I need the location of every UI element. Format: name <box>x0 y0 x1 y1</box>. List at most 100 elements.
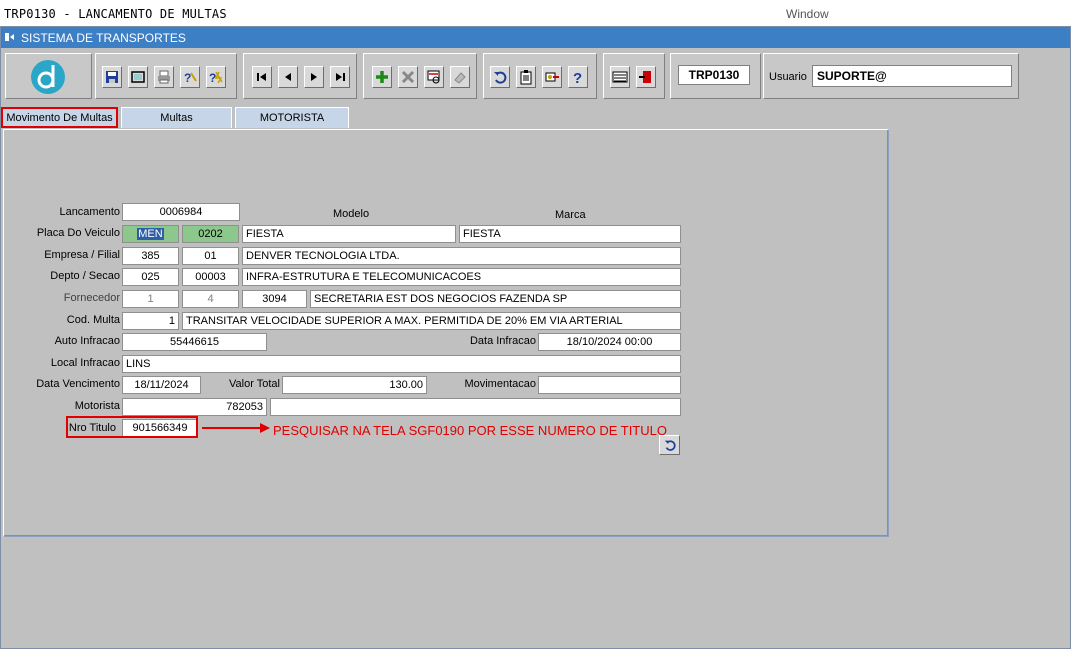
cod-multa-field[interactable]: 1 <box>122 312 179 330</box>
insert-record-button[interactable] <box>372 66 392 88</box>
execute-query-icon: ? <box>209 71 223 85</box>
save-icon <box>106 71 118 83</box>
eraser-icon <box>454 72 466 84</box>
window-menu[interactable]: Window <box>786 7 829 21</box>
tab-multas[interactable]: Multas <box>121 107 232 128</box>
next-record-button[interactable] <box>304 66 324 88</box>
modelo-field[interactable]: FIESTA <box>242 225 456 243</box>
first-record-button[interactable] <box>252 66 272 88</box>
delete-record-button[interactable] <box>398 66 418 88</box>
fornecedor-field-2[interactable]: 4 <box>182 290 239 308</box>
company-logo-icon <box>31 60 65 94</box>
edit-tools-group: ? <box>483 53 597 99</box>
motorista-codigo-field[interactable]: 782053 <box>122 398 267 416</box>
tab-label: MOTORISTA <box>259 112 325 124</box>
previous-record-icon <box>285 73 291 81</box>
placa-label: Placa Do Veiculo <box>36 227 120 239</box>
tab-motorista[interactable]: MOTORISTA <box>235 107 349 128</box>
plus-icon <box>376 71 388 83</box>
fornecedor-codigo-field[interactable]: 3094 <box>242 290 307 308</box>
query-help-button[interactable]: ? <box>180 66 200 88</box>
window-title: TRP0130 - LANCAMENTO DE MULTAS <box>4 7 227 21</box>
motorista-label: Motorista <box>74 400 120 412</box>
fornecedor-label: Fornecedor <box>63 292 120 304</box>
svg-text:?: ? <box>184 71 191 85</box>
cod-multa-descricao-field[interactable]: TRANSITAR VELOCIDADE SUPERIOR A MAX. PER… <box>182 312 681 330</box>
print-button[interactable] <box>154 66 174 88</box>
execute-query-button[interactable]: ? <box>206 66 226 88</box>
form-code: TRP0130 <box>678 65 750 85</box>
lancamento-label: Lancamento <box>59 206 120 218</box>
user-label: Usuario <box>769 71 807 83</box>
clipboard-icon <box>520 70 532 85</box>
cod-multa-label: Cod. Multa <box>66 314 120 326</box>
user-field: SUPORTE@ <box>812 65 1012 87</box>
window-icon <box>131 71 145 83</box>
duplicate-record-button[interactable] <box>424 66 444 88</box>
tab-label: Multas <box>160 112 193 124</box>
menu-button[interactable] <box>610 66 630 88</box>
next-record-icon <box>311 73 317 81</box>
last-record-icon <box>336 73 345 81</box>
logo-group <box>5 53 92 99</box>
undo-button[interactable] <box>490 66 510 88</box>
movimentacao-field[interactable] <box>538 376 681 394</box>
tab-label: Movimento De Multas <box>6 111 113 124</box>
record-tools-group <box>363 53 477 99</box>
exit-button[interactable] <box>636 66 656 88</box>
exit-tools-group <box>603 53 665 99</box>
secao-field[interactable]: 00003 <box>182 268 239 286</box>
empresa-field[interactable]: 385 <box>122 247 179 265</box>
auto-infracao-field[interactable]: 55446615 <box>122 333 267 351</box>
app-menu-icon[interactable] <box>5 32 15 42</box>
annotation-text: PESQUISAR NA TELA SGF0190 POR ESSE NUMER… <box>273 423 667 438</box>
system-title: SISTEMA DE TRANSPORTES <box>21 31 186 45</box>
undo-icon <box>494 71 507 84</box>
depto-nome-field[interactable]: INFRA-ESTRUTURA E TELECOMUNICACOES <box>242 268 681 286</box>
keys-button[interactable] <box>542 66 562 88</box>
data-vencimento-label: Data Vencimento <box>36 378 120 390</box>
clipboard-button[interactable] <box>516 66 536 88</box>
depto-field[interactable]: 025 <box>122 268 179 286</box>
save-button[interactable] <box>102 66 122 88</box>
menu-icon <box>612 71 628 83</box>
marca-field[interactable]: FIESTA <box>459 225 681 243</box>
nro-titulo-highlight <box>66 416 198 438</box>
first-record-icon <box>257 73 266 81</box>
local-infracao-label: Local Infracao <box>50 357 120 369</box>
filial-field[interactable]: 01 <box>182 247 239 265</box>
lancamento-field[interactable]: 0006984 <box>122 203 240 221</box>
auto-infracao-label: Auto Infracao <box>54 335 120 347</box>
app-frame: SISTEMA DE TRANSPORTES ? ? ? TRP0130 Usu… <box>0 26 1071 649</box>
data-infracao-label: Data Infracao <box>469 335 536 347</box>
empresa-nome-field[interactable]: DENVER TECNOLOGIA LTDA. <box>242 247 681 265</box>
last-record-button[interactable] <box>330 66 350 88</box>
undo-icon <box>664 440 676 451</box>
record-search-icon <box>427 70 440 84</box>
data-vencimento-field[interactable]: 18/11/2024 <box>122 376 201 394</box>
fornecedor-field-1[interactable]: 1 <box>122 290 179 308</box>
local-infracao-field[interactable]: LINS <box>122 355 681 373</box>
placa-letters-value: MEN <box>137 228 164 240</box>
keys-icon <box>545 72 559 82</box>
placa-numbers-field[interactable]: 0202 <box>182 225 239 243</box>
print-icon <box>158 70 170 84</box>
valor-total-field[interactable]: 130.00 <box>282 376 427 394</box>
file-tools-group: ? ? <box>95 53 237 99</box>
clear-record-button[interactable] <box>450 66 470 88</box>
tab-movimento-de-multas[interactable]: Movimento De Multas <box>1 107 118 128</box>
motorista-nome-field[interactable] <box>270 398 681 416</box>
previous-record-button[interactable] <box>278 66 298 88</box>
modelo-header: Modelo <box>333 208 370 220</box>
fornecedor-nome-field[interactable]: SECRETARIA EST DOS NEGOCIOS FAZENDA SP <box>310 290 681 308</box>
data-infracao-field[interactable]: 18/10/2024 00:00 <box>538 333 681 351</box>
window-button[interactable] <box>128 66 148 88</box>
placa-letters-field[interactable]: MEN <box>122 225 179 243</box>
empresa-label: Empresa / Filial <box>44 249 120 261</box>
arrow-icon <box>202 423 270 433</box>
navigation-group <box>243 53 357 99</box>
help-button[interactable]: ? <box>568 66 588 88</box>
window-titlebar: TRP0130 - LANCAMENTO DE MULTAS Window <box>0 0 1073 26</box>
marca-header: Marca <box>555 209 586 221</box>
field-undo-button[interactable] <box>659 435 680 455</box>
